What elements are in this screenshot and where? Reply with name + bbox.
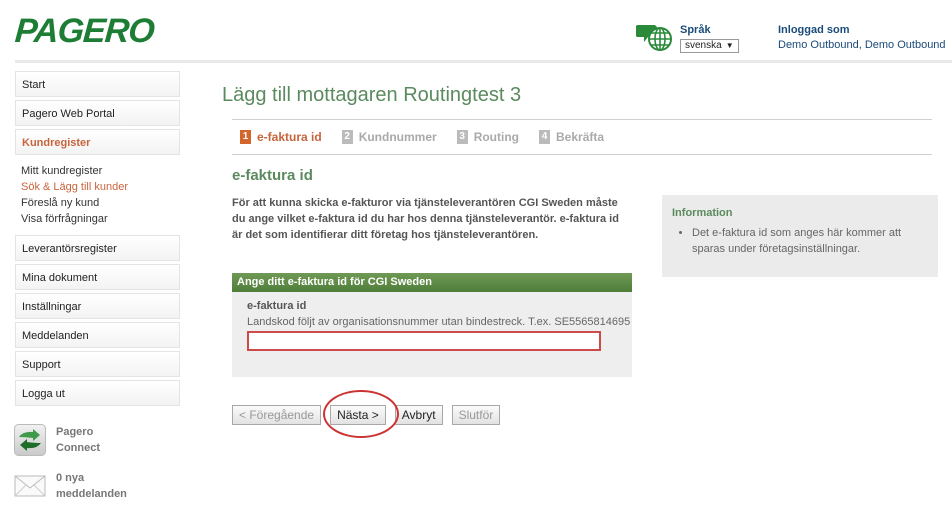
logged-in-label: Inloggad som	[778, 24, 850, 36]
information-title: Information	[672, 207, 733, 219]
connect-line-2: Connect	[56, 442, 100, 454]
step-label: Routing	[473, 130, 520, 144]
sidebar-item-pagero-web-portal[interactable]: Pagero Web Portal	[15, 100, 180, 126]
connect-line-1: Pagero	[56, 426, 94, 438]
e-faktura-form-panel: Ange ditt e-faktura id för CGI Sweden e-…	[232, 273, 632, 377]
messages-line-1: 0 nya	[56, 472, 85, 484]
e-faktura-id-input[interactable]	[247, 331, 601, 351]
e-faktura-id-hint: Landskod följt av organisationsnummer ut…	[247, 316, 631, 328]
language-selected: svenska	[685, 40, 722, 51]
step-label: Bekräfta	[556, 130, 605, 144]
step-number: 3	[456, 130, 468, 144]
sidebar-item-support[interactable]: Support	[15, 351, 180, 377]
information-box: Information Det e-faktura id som anges h…	[662, 195, 938, 277]
subnav-visa-forfragningar[interactable]: Visa förfrågningar	[21, 211, 180, 227]
step-number: 1	[240, 130, 251, 144]
chevron-down-icon: ▼	[725, 41, 734, 50]
sidebar-item-installningar[interactable]: Inställningar	[15, 293, 180, 319]
subnav-foresla-ny-kund[interactable]: Föreslå ny kund	[21, 195, 180, 211]
language-selector: Språk svenska ▼	[680, 24, 739, 53]
step-number: 4	[539, 130, 551, 144]
page-title: Lägg till mottagaren Routingtest 3	[222, 84, 522, 106]
language-label: Språk	[680, 24, 711, 36]
intro-text: För att kunna skicka e-fakturor via tjän…	[232, 197, 619, 241]
wizard-buttons: < Föregående Nästa > Avbryt Slutför	[232, 390, 509, 438]
information-item: Det e-faktura id som anges här kommer at…	[692, 225, 928, 257]
sidebar-item-start[interactable]: Start	[15, 71, 180, 97]
sidebar-item-leverantorsregister[interactable]: Leverantörsregister	[15, 235, 180, 261]
sidebar-nav: Start Pagero Web Portal Kundregister Mit…	[15, 71, 180, 409]
sidebar-item-meddelanden[interactable]: Meddelanden	[15, 322, 180, 348]
next-button-wrapper: Nästa >	[323, 390, 400, 438]
sidebar-item-mina-dokument[interactable]: Mina dokument	[15, 264, 180, 290]
envelope-icon	[14, 475, 46, 497]
step-e-faktura-id: 1 e-faktura id	[240, 130, 322, 144]
language-globe-icon	[636, 25, 672, 51]
previous-button[interactable]: < Föregående	[232, 405, 322, 425]
subnav-mitt-kundregister[interactable]: Mitt kundregister	[21, 163, 180, 179]
step-routing: 3 Routing	[456, 130, 520, 144]
e-faktura-id-label: e-faktura id	[247, 300, 307, 312]
logged-in-user: Demo Outbound, Demo Outbound	[778, 39, 946, 51]
sidebar-subnav: Mitt kundregister Sök & Lägg till kunder…	[15, 158, 180, 235]
sidebar-item-kundregister[interactable]: Kundregister	[15, 129, 180, 155]
sidebar-item-logga-ut[interactable]: Logga ut	[15, 380, 180, 406]
step-bekrafta: 4 Bekräfta	[539, 130, 604, 144]
step-label: e-faktura id	[257, 130, 322, 144]
pagero-connect-icon	[14, 424, 46, 456]
logged-in-info: Inloggad som Demo Outbound, Demo Outboun…	[778, 24, 946, 51]
step-number: 2	[341, 130, 353, 144]
finish-button[interactable]: Slutför	[451, 405, 501, 425]
pagero-connect-widget[interactable]: Pagero Connect	[14, 424, 100, 456]
messages-line-2: meddelanden	[56, 488, 127, 500]
messages-widget[interactable]: 0 nya meddelanden	[14, 470, 127, 502]
section-title: e-faktura id	[232, 167, 313, 184]
cancel-button[interactable]: Avbryt	[394, 405, 443, 425]
form-panel-header: Ange ditt e-faktura id för CGI Sweden	[232, 273, 632, 292]
next-button[interactable]: Nästa >	[330, 405, 386, 425]
subnav-sok-lagg-till-kunder[interactable]: Sök & Lägg till kunder	[21, 179, 180, 195]
wizard-steps: 1 e-faktura id 2 Kundnummer 3 Routing 4 …	[232, 119, 932, 155]
step-kundnummer: 2 Kundnummer	[341, 130, 437, 144]
step-label: Kundnummer	[358, 130, 437, 144]
language-dropdown[interactable]: svenska ▼	[680, 39, 739, 53]
pagero-logo[interactable]: PAGERO	[14, 12, 156, 51]
header-divider	[15, 60, 952, 63]
